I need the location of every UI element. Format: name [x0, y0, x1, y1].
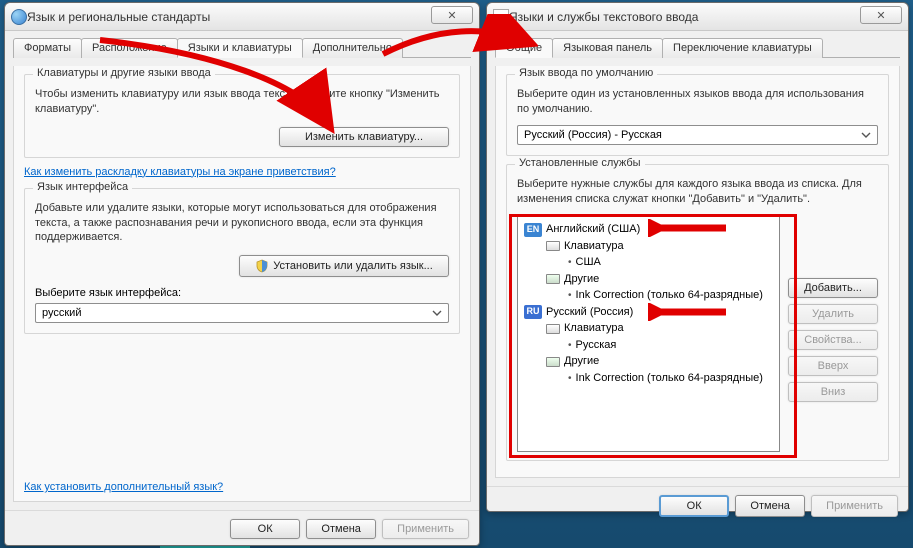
link-change-layout-welcome[interactable]: Как изменить раскладку клавиатуры на экр… [24, 166, 336, 178]
group-default-input-language: Язык ввода по умолчанию Выберите один из… [506, 74, 889, 156]
tree-other-item[interactable]: • Ink Correction (только 64-разрядные) [524, 287, 773, 304]
tab-language-bar[interactable]: Языковая панель [552, 38, 663, 58]
button-label: Установить или удалить язык... [273, 260, 433, 272]
tree-keyboard-group[interactable]: Клавиатура [524, 320, 773, 337]
tab-general[interactable]: Общие [495, 38, 553, 58]
move-up-button[interactable]: Вверх [788, 356, 878, 376]
tree-label: Английский (США) [546, 221, 640, 238]
change-keyboard-button[interactable]: Изменить клавиатуру... [279, 127, 449, 147]
tree-label: Другие [564, 353, 599, 370]
tree-lang-ru[interactable]: RU Русский (Россия) [524, 304, 773, 321]
default-language-combo[interactable]: Русский (Россия) - Русская [517, 125, 878, 145]
tree-lang-en[interactable]: EN Английский (США) [524, 221, 773, 238]
group-legend: Язык интерфейса [33, 181, 132, 193]
group-display-language: Язык интерфейса Добавьте или удалите язы… [24, 188, 460, 335]
titlebar: Языки и службы текстового ввода ✕ [487, 3, 908, 31]
dialog-buttons: ОК Отмена Применить [5, 510, 479, 547]
tab-keyboard-switching[interactable]: Переключение клавиатуры [662, 38, 823, 58]
group-desc: Чтобы изменить клавиатуру или язык ввода… [35, 87, 449, 117]
flag-icon [493, 9, 509, 25]
chevron-down-icon [859, 128, 873, 142]
group-legend: Клавиатуры и другие языки ввода [33, 67, 215, 79]
keyboard-icon [546, 241, 560, 251]
tab-advanced[interactable]: Дополнительно [302, 38, 403, 58]
bullet-icon: • [568, 371, 572, 386]
group-legend: Установленные службы [515, 157, 645, 169]
tree-label: Русский (Россия) [546, 304, 633, 321]
window-title: Язык и региональные стандарты [27, 10, 210, 24]
tabstrip-left: Форматы Расположение Языки и клавиатуры … [13, 37, 471, 58]
apply-button[interactable]: Применить [811, 495, 898, 517]
close-icon: ✕ [876, 9, 885, 22]
group-desc: Выберите нужные службы для каждого языка… [517, 177, 878, 207]
ru-badge-icon: RU [524, 305, 542, 319]
cancel-button[interactable]: Отмена [735, 495, 805, 517]
display-language-combo[interactable]: русский [35, 303, 449, 323]
select-language-label: Выберите язык интерфейса: [35, 287, 449, 299]
tree-keyboard-item[interactable]: • США [524, 254, 773, 271]
install-uninstall-language-button[interactable]: Установить или удалить язык... [239, 255, 449, 277]
shield-icon [255, 259, 269, 273]
tree-other-group[interactable]: Другие [524, 271, 773, 288]
globe-icon [11, 9, 27, 25]
tree-label: Другие [564, 271, 599, 288]
tree-label: Клавиатура [564, 320, 624, 337]
group-desc: Выберите один из установленных языков вв… [517, 87, 878, 117]
other-icon [546, 274, 560, 284]
tree-other-item[interactable]: • Ink Correction (только 64-разрядные) [524, 370, 773, 387]
tree-label: Ink Correction (только 64-разрядные) [576, 287, 763, 304]
tree-other-group[interactable]: Другие [524, 353, 773, 370]
tab-location[interactable]: Расположение [81, 38, 178, 58]
other-icon [546, 357, 560, 367]
tree-keyboard-group[interactable]: Клавиатура [524, 238, 773, 255]
tree-keyboard-item[interactable]: • Русская [524, 337, 773, 354]
cancel-button[interactable]: Отмена [306, 519, 376, 539]
properties-button[interactable]: Свойства... [788, 330, 878, 350]
group-legend: Язык ввода по умолчанию [515, 67, 657, 79]
group-installed-services: Установленные службы Выберите нужные слу… [506, 164, 889, 462]
services-tree[interactable]: EN Английский (США) Клавиатура • США [517, 214, 780, 452]
add-button[interactable]: Добавить... [788, 278, 878, 298]
tree-label: Клавиатура [564, 238, 624, 255]
window-title: Языки и службы текстового ввода [509, 10, 698, 24]
bullet-icon: • [568, 255, 572, 270]
close-button[interactable]: ✕ [431, 6, 473, 24]
combo-value: русский [42, 307, 81, 319]
move-down-button[interactable]: Вниз [788, 382, 878, 402]
combo-value: Русский (Россия) - Русская [524, 129, 662, 141]
bullet-icon: • [568, 338, 572, 353]
ok-button[interactable]: ОК [230, 519, 300, 539]
close-icon: ✕ [447, 9, 456, 22]
tree-label: Ink Correction (только 64-разрядные) [576, 370, 763, 387]
tree-label: Русская [576, 337, 617, 354]
tab-keyboards-languages[interactable]: Языки и клавиатуры [177, 38, 303, 58]
window-region-language: Язык и региональные стандарты ✕ Форматы … [4, 2, 480, 546]
tree-label: США [576, 254, 601, 271]
group-keyboards-input: Клавиатуры и другие языки ввода Чтобы из… [24, 74, 460, 158]
keyboard-icon [546, 324, 560, 334]
apply-button[interactable]: Применить [382, 519, 469, 539]
dialog-buttons: ОК Отмена Применить [487, 486, 908, 525]
group-desc: Добавьте или удалите языки, которые могу… [35, 201, 449, 246]
ok-button[interactable]: ОК [659, 495, 729, 517]
remove-button[interactable]: Удалить [788, 304, 878, 324]
window-text-services: Языки и службы текстового ввода ✕ Общие … [486, 2, 909, 512]
chevron-down-icon [430, 306, 444, 320]
link-install-additional-language[interactable]: Как установить дополнительный язык? [24, 481, 223, 493]
titlebar: Язык и региональные стандарты ✕ [5, 3, 479, 31]
close-button[interactable]: ✕ [860, 6, 902, 24]
en-badge-icon: EN [524, 223, 542, 237]
tabstrip-right: Общие Языковая панель Переключение клави… [495, 37, 900, 58]
tab-formats[interactable]: Форматы [13, 38, 82, 58]
bullet-icon: • [568, 288, 572, 303]
